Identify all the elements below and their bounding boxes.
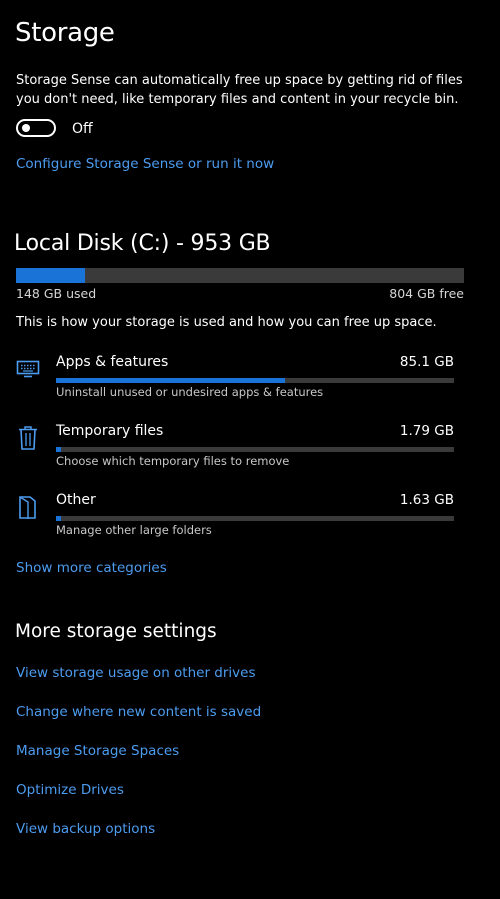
change-new-content-location-link[interactable]: Change where new content is saved [16,703,261,721]
other-folder-icon [16,494,40,520]
more-storage-settings-title: More storage settings [15,621,217,642]
category-name: Temporary files [56,423,164,439]
disk-used-label: 148 GB used [16,286,97,301]
toggle-knob [22,124,30,132]
storage-sense-toggle[interactable] [16,119,56,137]
storage-usage-note: This is how your storage is used and how… [16,315,437,330]
disk-free-label: 804 GB free [389,286,464,301]
category-usage-bar [56,447,454,452]
storage-sense-description: Storage Sense can automatically free up … [16,73,463,107]
category-usage-bar-fill [56,378,285,383]
manage-storage-spaces-link[interactable]: Manage Storage Spaces [16,742,179,760]
category-description: Choose which temporary files to remove [56,454,290,468]
view-storage-other-drives-link[interactable]: View storage usage on other drives [16,664,256,682]
disk-title: Local Disk (C:) - 953 GB [14,231,271,256]
apps-features-icon [16,358,40,384]
category-name: Other [56,492,96,508]
category-usage-bar-fill [56,447,61,452]
category-apps-features[interactable]: Apps & features 85.1 GB Uninstall unused… [0,350,500,406]
category-usage-bar [56,516,454,521]
category-other[interactable]: Other 1.63 GB Manage other large folders [0,488,500,544]
storage-sense-toggle-label: Off [72,121,93,137]
view-backup-options-link[interactable]: View backup options [16,820,155,838]
category-size: 1.63 GB [399,492,454,508]
disk-usage-bar-fill [16,268,86,283]
category-temporary-files[interactable]: Temporary files 1.79 GB Choose which tem… [0,419,500,475]
page-title: Storage [15,18,115,48]
disk-usage-bar [16,268,464,283]
category-size: 1.79 GB [399,423,454,439]
show-more-categories-link[interactable]: Show more categories [16,559,167,577]
category-usage-bar [56,378,454,383]
category-description: Uninstall unused or undesired apps & fea… [56,385,324,399]
category-description: Manage other large folders [56,523,212,537]
configure-storage-sense-link[interactable]: Configure Storage Sense or run it now [16,155,274,173]
category-size: 85.1 GB [399,354,454,370]
trash-icon [16,425,40,451]
optimize-drives-link[interactable]: Optimize Drives [16,781,124,799]
category-name: Apps & features [56,354,169,370]
category-usage-bar-fill [56,516,61,521]
